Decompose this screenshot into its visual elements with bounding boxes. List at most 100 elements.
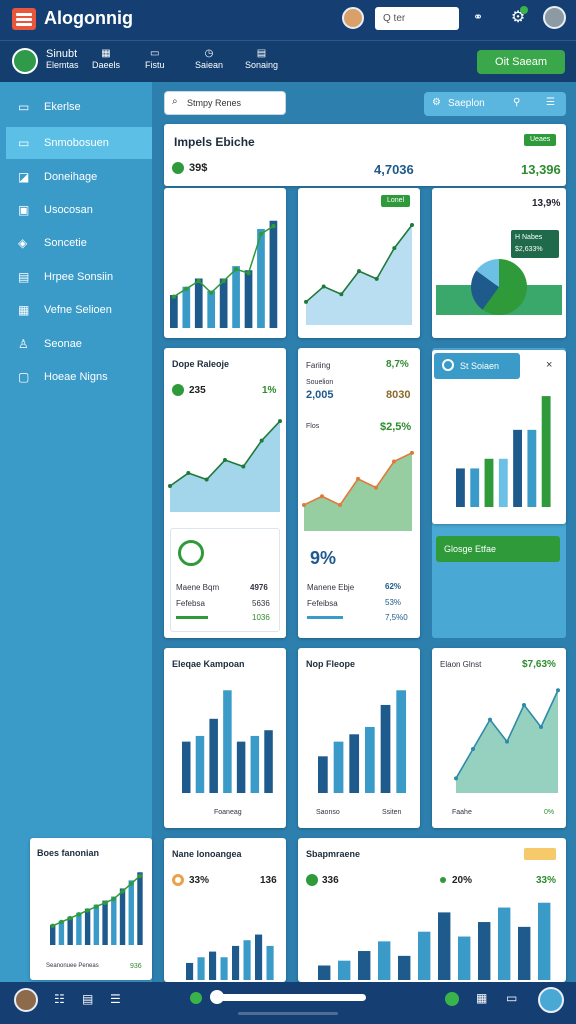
data-point — [374, 485, 378, 490]
menu-icon[interactable]: ☰ — [110, 992, 121, 1006]
sidebar-item-hoeae[interactable]: ▢ Hoeae Nigns — [6, 362, 152, 392]
sidebar-item-label: Soncetie — [44, 237, 87, 249]
sidebar-item-usocosan[interactable]: ▣ Usocosan — [6, 195, 152, 225]
sidebar-item-label: Doneihage — [44, 171, 98, 183]
nav-item-search[interactable]: ◷ Saiean — [195, 48, 223, 70]
chart-bar — [333, 741, 344, 793]
profile-avatar[interactable] — [543, 6, 566, 29]
user-avatar[interactable] — [342, 7, 364, 29]
data-point — [304, 299, 308, 304]
brand-logo-icon[interactable] — [12, 48, 38, 74]
chart-bar — [186, 962, 194, 980]
chart-bar — [170, 294, 178, 328]
sidebar-item-soncetie[interactable]: ◈ Soncetie — [6, 228, 152, 258]
nav-item-settings[interactable]: ▤ Sonaing — [245, 48, 278, 70]
data-point — [374, 276, 379, 281]
data-point — [302, 502, 306, 507]
grid-icon: ▦ — [101, 48, 111, 59]
chart-bar — [484, 458, 494, 507]
metric-value: 1% — [262, 385, 277, 396]
chart-search-input[interactable]: Stmpy Renes — [164, 91, 286, 115]
list-icon[interactable]: ☷ — [54, 992, 65, 1006]
data-point — [357, 269, 361, 274]
card-title: Sbapmraene — [306, 849, 361, 859]
status-icon[interactable] — [445, 992, 459, 1006]
metric-value: 136 — [260, 875, 277, 886]
app-logo-icon[interactable] — [12, 8, 36, 30]
chart-bar — [398, 955, 411, 980]
nav-item-details[interactable]: ▦ Daeels — [92, 48, 120, 70]
sidebar-item-ekerlse[interactable]: ▭ Ekerlse — [6, 92, 152, 122]
data-point — [392, 459, 396, 464]
nav-label: Sonaing — [245, 60, 279, 70]
link-icon[interactable]: ⚭ — [470, 10, 486, 26]
grid-icon[interactable]: ▤ — [82, 992, 93, 1006]
nav-label: Daeels — [92, 60, 121, 70]
data-point — [171, 294, 177, 299]
data-point — [67, 915, 73, 921]
data-point — [102, 900, 108, 905]
search-icon: ⌕ — [172, 96, 178, 107]
metric-label: Flos — [306, 423, 320, 430]
chart-bar — [269, 220, 278, 328]
data-point — [137, 873, 143, 879]
panel-button[interactable]: Glosge Etfae — [436, 536, 560, 562]
data-point — [259, 438, 264, 443]
nav-item-home[interactable]: Sinubt Elemtas — [46, 48, 79, 70]
chat-icon: ▭ — [150, 48, 160, 59]
nav-label: Saiean — [195, 60, 224, 70]
chart-bar — [223, 690, 232, 793]
chart-bar — [111, 896, 117, 945]
chart-bar — [365, 726, 375, 793]
chart-footer: Faahe — [452, 809, 472, 816]
sidebar-item-hrpee[interactable]: ▤ Hrpee Sonsiin — [6, 262, 152, 292]
chart-bar — [513, 429, 522, 507]
primary-action-button[interactable]: Oit Saeam — [477, 50, 565, 74]
refresh-icon — [178, 540, 204, 566]
card-title: Impels Ebiche — [174, 135, 255, 149]
detail-value: 1036 — [252, 613, 270, 622]
pin-icon[interactable]: ⚲ — [513, 97, 520, 108]
table-icon: ▤ — [18, 270, 30, 284]
data-point — [59, 919, 64, 925]
metric-value: 235 — [189, 385, 206, 396]
detail-label: Fefeibsa — [307, 599, 338, 608]
search-input[interactable]: Q ter — [375, 7, 459, 30]
sidebar-item-doneihage[interactable]: ◪ Doneihage — [6, 162, 152, 192]
play-icon[interactable] — [190, 992, 202, 1004]
metric-value: 33% — [189, 875, 210, 886]
chart-bar — [358, 951, 371, 980]
sidebar-item-seonae[interactable]: ♙ Seonae — [6, 329, 152, 359]
toolbar-label[interactable]: Saeplon — [448, 98, 485, 109]
card-icon[interactable]: ▭ — [506, 991, 517, 1005]
card-title: Elaon Glnst — [440, 660, 482, 669]
toolbar-panel — [424, 92, 566, 116]
data-point — [120, 889, 125, 894]
panel-title: St Soiaen — [460, 361, 500, 371]
list-icon[interactable]: ☰ — [546, 97, 555, 108]
data-point — [505, 739, 509, 744]
sheet-icon[interactable]: ▦ — [476, 991, 487, 1005]
status-badge: Lonel — [381, 195, 411, 207]
data-point — [246, 270, 251, 276]
settings-icon[interactable]: ⚙ — [432, 97, 441, 108]
chart-bar — [219, 278, 228, 328]
nav-item-fistu[interactable]: ▭ Fistu — [145, 48, 165, 70]
data-point — [196, 278, 201, 284]
data-point — [94, 904, 99, 909]
status-badge: Ueaes — [524, 134, 557, 146]
card-title: Boes fanonian — [37, 848, 100, 858]
status-dot-icon — [172, 162, 184, 174]
globe-icon[interactable] — [538, 987, 564, 1013]
sidebar-item-label: Usocosan — [44, 204, 93, 216]
progress-slider[interactable] — [220, 994, 366, 1001]
data-point — [85, 908, 90, 913]
sidebar-item-active[interactable]: ▭ Snmobosuen — [6, 127, 152, 159]
chart-bar — [498, 907, 511, 980]
chart-bar — [418, 931, 431, 980]
sidebar-item-vefne[interactable]: ▦ Vefne Selioen — [6, 295, 152, 325]
chart-bar — [182, 286, 191, 328]
area-chart — [302, 450, 414, 531]
user-avatar[interactable] — [14, 988, 38, 1012]
close-icon[interactable]: × — [546, 359, 552, 371]
